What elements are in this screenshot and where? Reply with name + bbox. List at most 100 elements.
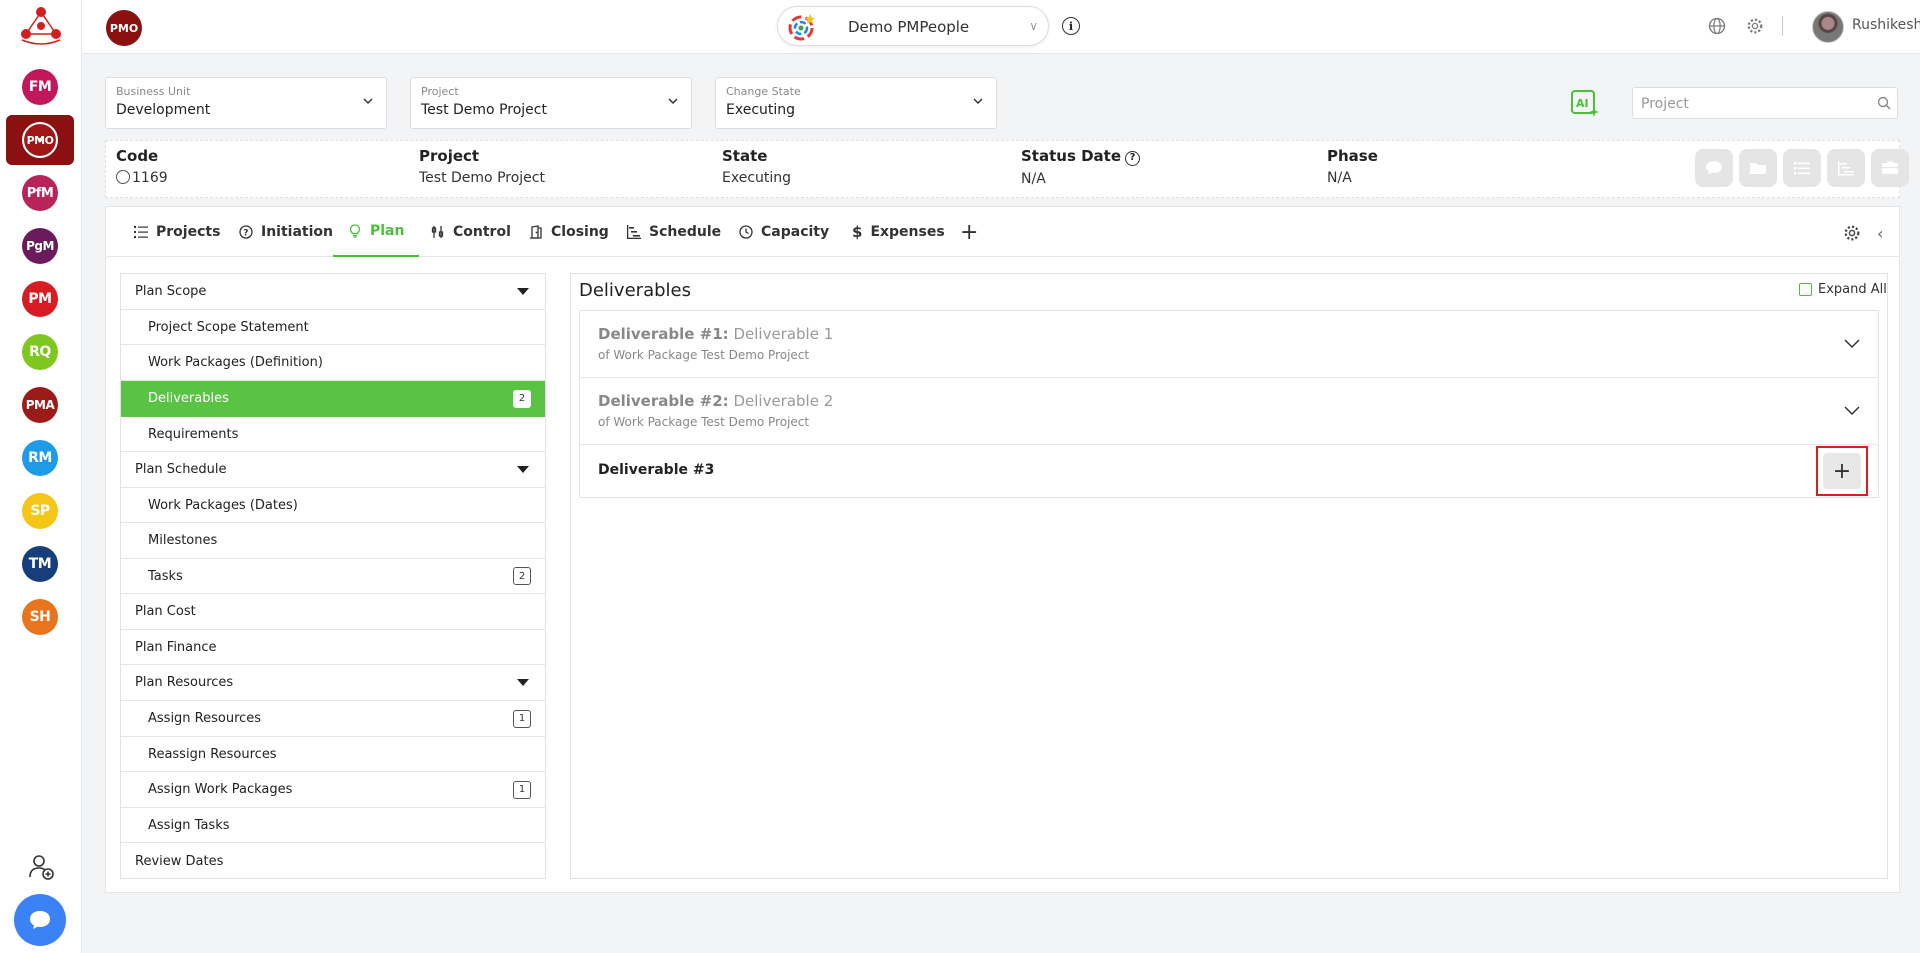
tab-initiation[interactable]: ? Initiation	[239, 207, 333, 257]
nav-item-project-scope-statement[interactable]: Project Scope Statement	[121, 310, 545, 345]
tab-expenses[interactable]: $ Expenses	[852, 207, 945, 257]
nav-group-plan-schedule[interactable]: Plan Schedule	[121, 452, 545, 488]
deliverables-list: Deliverable #1: Deliverable 1 of Work Pa…	[579, 310, 1879, 498]
deliverable-item[interactable]: Deliverable #1: Deliverable 1 of Work Pa…	[580, 311, 1878, 378]
rail-item-fm[interactable]: FM	[22, 69, 58, 105]
nav-group-plan-finance[interactable]: Plan Finance	[121, 630, 545, 665]
nav-item-work-packages-definition[interactable]: Work Packages (Definition)	[121, 345, 545, 381]
state-field: State Executing	[722, 147, 791, 186]
project-info-strip: Code 1169 Project Test Demo Project Stat…	[105, 140, 1909, 198]
ai-assistant-icon[interactable]: AI	[1570, 88, 1600, 118]
tab-plan[interactable]: Plan	[333, 207, 420, 257]
add-tab-button[interactable]: +	[960, 220, 978, 245]
deliverable-subtitle: of Work Package Test Demo Project	[598, 348, 810, 362]
state-label: State	[722, 147, 768, 165]
settings-gear-icon[interactable]	[1746, 17, 1764, 35]
info-icon[interactable]: i	[1062, 17, 1080, 35]
list-view-button[interactable]	[1783, 149, 1821, 187]
nav-item-work-packages-dates[interactable]: Work Packages (Dates)	[121, 488, 545, 523]
nav-item-assign-work-packages[interactable]: Assign Work Packages 1	[121, 772, 545, 808]
caret-down-icon[interactable]	[517, 288, 529, 295]
nav-item-assign-tasks[interactable]: Assign Tasks	[121, 808, 545, 843]
new-deliverable-row: Deliverable #3 +	[580, 445, 1878, 497]
sliders-icon	[431, 226, 444, 238]
rail-item-pgm[interactable]: PgM	[22, 228, 58, 264]
hierarchy-button[interactable]	[1827, 149, 1865, 187]
highlight-frame: +	[1816, 446, 1868, 496]
project-search-input[interactable]	[1641, 94, 1861, 114]
app-rail: FM PMO PfM PgM PM RQ PMA RM SP TM SH	[0, 0, 82, 953]
deliverable-item[interactable]: Deliverable #2: Deliverable 2 of Work Pa…	[580, 378, 1878, 445]
checkbox[interactable]	[1799, 283, 1812, 296]
rail-item-sh[interactable]: SH	[22, 599, 58, 635]
help-icon[interactable]: ?	[1125, 151, 1141, 166]
rail-item-pm[interactable]: PM	[22, 281, 58, 317]
business-unit-select[interactable]: Business Unit Development	[105, 77, 387, 129]
hierarchy-icon	[1838, 161, 1854, 176]
rail-item-rm[interactable]: RM	[22, 440, 58, 476]
tab-closing[interactable]: Closing	[529, 207, 609, 257]
project-label: Project	[419, 147, 480, 165]
radio-icon[interactable]	[116, 170, 130, 184]
nav-item-deliverables[interactable]: Deliverables 2	[121, 381, 545, 417]
search-icon[interactable]	[1877, 96, 1891, 110]
app-logo-icon[interactable]	[18, 4, 64, 46]
workspace-selector[interactable]: Demo PMPeople ∨	[777, 6, 1049, 46]
nav-group-plan-scope[interactable]: Plan Scope	[121, 274, 545, 310]
nav-item-requirements[interactable]: Requirements	[121, 417, 545, 452]
rail-item-rq[interactable]: RQ	[22, 334, 58, 370]
nav-group-plan-resources[interactable]: Plan Resources	[121, 665, 545, 701]
tab-projects[interactable]: Projects	[134, 207, 220, 257]
add-user-icon[interactable]	[28, 853, 56, 881]
nav-group-plan-cost[interactable]: Plan Cost	[121, 594, 545, 630]
comment-icon	[1706, 161, 1722, 175]
rail-item-pma[interactable]: PMA	[22, 387, 58, 423]
project-select[interactable]: Project Test Demo Project	[410, 77, 692, 129]
phase-label: Phase	[1327, 147, 1378, 165]
caret-down-icon[interactable]	[517, 466, 529, 473]
rail-item-pmo[interactable]: PMO	[22, 122, 58, 158]
panel-title: Deliverables	[579, 280, 691, 301]
comments-button[interactable]	[1695, 149, 1733, 187]
business-unit-value: Development	[116, 102, 211, 118]
tab-schedule[interactable]: Schedule	[627, 207, 721, 257]
expand-all-toggle[interactable]: Expand All	[1799, 282, 1887, 297]
folder-button[interactable]	[1739, 149, 1777, 187]
chevron-down-icon[interactable]	[1844, 335, 1860, 351]
nav-item-reassign-resources[interactable]: Reassign Resources	[121, 737, 545, 772]
list-icon	[134, 226, 148, 238]
change-state-select[interactable]: Change State Executing	[715, 77, 997, 129]
chat-button[interactable]	[14, 894, 66, 946]
collapse-icon[interactable]: ‹	[1877, 224, 1883, 243]
phase-value: N/A	[1327, 170, 1352, 186]
rail-item-pfm[interactable]: PfM	[22, 175, 58, 211]
chevron-down-icon[interactable]	[1844, 402, 1860, 418]
tab-control[interactable]: Control	[431, 207, 511, 257]
tab-capacity[interactable]: Capacity	[739, 207, 829, 257]
plan-navigation: Plan Scope Project Scope Statement Work …	[120, 273, 546, 879]
project-select-label: Project	[421, 85, 459, 98]
portfolio-button[interactable]	[1871, 149, 1909, 187]
briefcase-icon	[1882, 161, 1898, 174]
status-date-value: N/A	[1021, 171, 1046, 187]
nav-group-review-dates[interactable]: Review Dates	[121, 843, 545, 879]
nav-item-tasks[interactable]: Tasks 2	[121, 559, 545, 594]
phase-field: Phase N/A	[1327, 147, 1378, 186]
count-badge: 1	[513, 709, 531, 728]
bulb-icon	[349, 224, 361, 238]
user-avatar[interactable]	[1812, 11, 1844, 43]
business-unit-label: Business Unit	[116, 85, 191, 98]
add-deliverable-button[interactable]: +	[1823, 453, 1861, 489]
divider	[1782, 16, 1783, 36]
rail-item-sp[interactable]: SP	[22, 493, 58, 529]
nav-item-milestones[interactable]: Milestones	[121, 523, 545, 559]
rail-item-tm[interactable]: TM	[22, 546, 58, 582]
caret-down-icon[interactable]	[517, 679, 529, 686]
settings-gear-icon[interactable]	[1843, 224, 1861, 242]
user-name[interactable]: Rushikesh	[1852, 17, 1920, 33]
nav-item-assign-resources[interactable]: Assign Resources 1	[121, 701, 545, 737]
deliverables-panel: Deliverables Expand All Deliverable #1: …	[570, 273, 1888, 879]
globe-icon[interactable]	[1708, 17, 1726, 35]
module-badge[interactable]: PMO	[106, 10, 142, 46]
gantt-icon	[627, 225, 641, 239]
